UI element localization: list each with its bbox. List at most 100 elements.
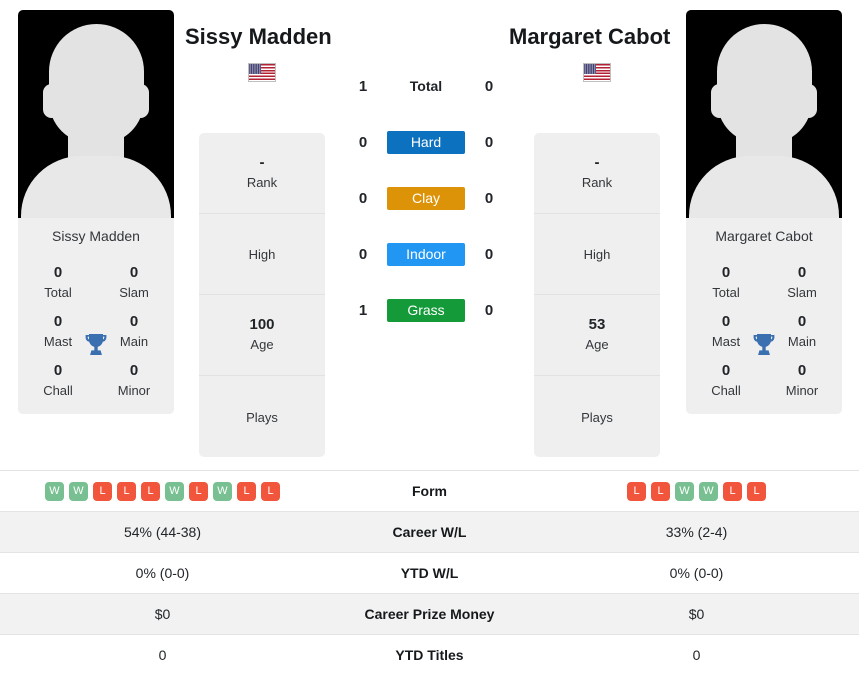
titles-slam-value: 0: [129, 264, 139, 281]
form-badge-left-6[interactable]: L: [189, 481, 208, 501]
form-badge-right-5[interactable]: L: [747, 481, 766, 501]
avatar-shoulders-shape: [21, 156, 171, 218]
form-badge-left-1[interactable]: W: [69, 481, 88, 501]
titles-grid-right: 0 Total 0 Slam 0 Mast 0 Main 0 Chall 0 M…: [686, 255, 842, 414]
titles-total-label: Total: [712, 285, 740, 300]
surface-badge-grass[interactable]: Grass: [387, 298, 465, 322]
info-age-label: Age: [250, 337, 274, 352]
info-rank-right: - Rank: [534, 133, 660, 214]
avatar-ear-right: [800, 84, 817, 118]
form-badge-left-7[interactable]: W: [213, 481, 232, 501]
player-name-left[interactable]: Sissy Madden: [185, 24, 332, 50]
info-plays-left: Plays: [199, 376, 325, 457]
stats-value-right: 33% (2-4): [665, 524, 728, 540]
player-card-left[interactable]: Sissy Madden 0 Total 0 Slam 0 Mast 0 Mai…: [18, 10, 174, 414]
form-badge-left-3[interactable]: L: [117, 481, 136, 501]
titles-minor-value: 0: [129, 362, 139, 379]
trophy-icon: [751, 332, 777, 358]
titles-slam-label: Slam: [787, 285, 817, 300]
comparison-section: Sissy Madden 0 Total 0 Slam 0 Mast 0 Mai…: [0, 0, 859, 462]
info-rank-left: - Rank: [199, 133, 325, 214]
info-rank-label: Rank: [246, 175, 278, 190]
info-rank-label: Rank: [581, 175, 613, 190]
titles-mast-label: Mast: [43, 334, 73, 349]
avatar-shoulders-shape: [689, 156, 839, 218]
surface-row-clay: 0 Clay 0: [345, 170, 515, 226]
surface-count-right: 0: [484, 189, 494, 207]
titles-total-value: 0: [721, 264, 731, 281]
flag-canton: [249, 64, 261, 74]
form-badge-left-5[interactable]: W: [165, 481, 184, 501]
form-badge-left-4[interactable]: L: [141, 481, 160, 501]
form-badge-left-0[interactable]: W: [45, 481, 64, 501]
info-age-value: 53: [588, 316, 606, 333]
us-flag-icon-right: [583, 63, 611, 82]
titles-chall-value: 0: [721, 362, 731, 379]
stats-row-ytd-titles: 0 YTD Titles 0: [0, 634, 859, 675]
titles-main-left: 0 Main: [108, 312, 160, 351]
form-badge-right-4[interactable]: L: [723, 481, 742, 501]
form-badge-right-0[interactable]: L: [627, 481, 646, 501]
player-avatar-right: [686, 10, 842, 218]
titles-main-value: 0: [797, 313, 807, 330]
titles-mast-label: Mast: [711, 334, 741, 349]
titles-chall-value: 0: [53, 362, 63, 379]
surface-badge-hard[interactable]: Hard: [387, 130, 465, 154]
stats-row-form: WWLLLWLWLL Form LLWWLL: [0, 470, 859, 511]
form-badge-left-9[interactable]: L: [261, 481, 280, 501]
titles-grid-left: 0 Total 0 Slam 0 Mast 0 Main 0 Chall 0 M…: [18, 255, 174, 414]
titles-slam-left: 0 Slam: [108, 263, 160, 302]
info-age-label: Age: [585, 337, 609, 352]
titles-chall-label: Chall: [43, 383, 73, 398]
form-cell-right: LLWWLL: [534, 481, 859, 501]
avatar-ear-left: [711, 84, 728, 118]
titles-mast-value: 0: [53, 313, 63, 330]
form-badge-right-3[interactable]: W: [699, 481, 718, 501]
titles-minor-value: 0: [797, 362, 807, 379]
surface-count-left: 1: [358, 301, 368, 319]
surface-count-left: 0: [358, 133, 368, 151]
form-badge-left-8[interactable]: L: [237, 481, 256, 501]
form-badge-right-2[interactable]: W: [675, 481, 694, 501]
stats-table: WWLLLWLWLL Form LLWWLL 54% (44-38) Caree…: [0, 470, 859, 675]
titles-row: 0 Total 0 Slam: [18, 257, 174, 306]
titles-mast-left: 0 Mast: [32, 312, 84, 351]
stats-row-label: Career W/L: [392, 524, 467, 540]
flag-canton: [584, 64, 596, 74]
info-high-label: High: [583, 247, 611, 262]
stats-value-left: 0: [158, 647, 167, 663]
titles-row: 0 Total 0 Slam: [686, 257, 842, 306]
titles-minor-left: 0 Minor: [108, 361, 160, 400]
stats-row-label: YTD W/L: [400, 565, 459, 581]
player-card-name-right: Margaret Cabot: [686, 218, 842, 255]
info-high-left: High: [199, 214, 325, 295]
info-card-right: - Rank High 53 Age Plays: [534, 133, 660, 457]
surface-row-grass: 1 Grass 0: [345, 282, 515, 338]
stats-value-left: $0: [154, 606, 171, 622]
stats-value-left: 0% (0-0): [135, 565, 190, 581]
titles-slam-right: 0 Slam: [776, 263, 828, 302]
form-badge-left-2[interactable]: L: [93, 481, 112, 501]
surface-row-hard: 0 Hard 0: [345, 114, 515, 170]
titles-row: 0 Chall 0 Minor: [18, 355, 174, 404]
form-cell-left: WWLLLWLWLL: [0, 481, 325, 501]
info-card-left: - Rank High 100 Age Plays: [199, 133, 325, 457]
player-card-name-left: Sissy Madden: [18, 218, 174, 255]
titles-mast-right: 0 Mast: [700, 312, 752, 351]
us-flag-icon-left: [248, 63, 276, 82]
player-avatar-left: [18, 10, 174, 218]
stats-row-career-prize-money: $0 Career Prize Money $0: [0, 593, 859, 634]
player-name-right[interactable]: Margaret Cabot: [509, 24, 670, 50]
surface-badge-indoor[interactable]: Indoor: [387, 242, 465, 266]
titles-total-value: 0: [53, 264, 63, 281]
surface-badge-clay[interactable]: Clay: [387, 186, 465, 210]
surface-count-right: 0: [484, 77, 494, 95]
player-card-right[interactable]: Margaret Cabot 0 Total 0 Slam 0 Mast 0 M…: [686, 10, 842, 414]
surface-count-left: 0: [358, 245, 368, 263]
stats-value-right: $0: [688, 606, 705, 622]
info-age-left: 100 Age: [199, 295, 325, 376]
form-badge-right-1[interactable]: L: [651, 481, 670, 501]
titles-minor-label: Minor: [785, 383, 819, 398]
titles-minor-right: 0 Minor: [776, 361, 828, 400]
titles-total-left: 0 Total: [32, 263, 84, 302]
